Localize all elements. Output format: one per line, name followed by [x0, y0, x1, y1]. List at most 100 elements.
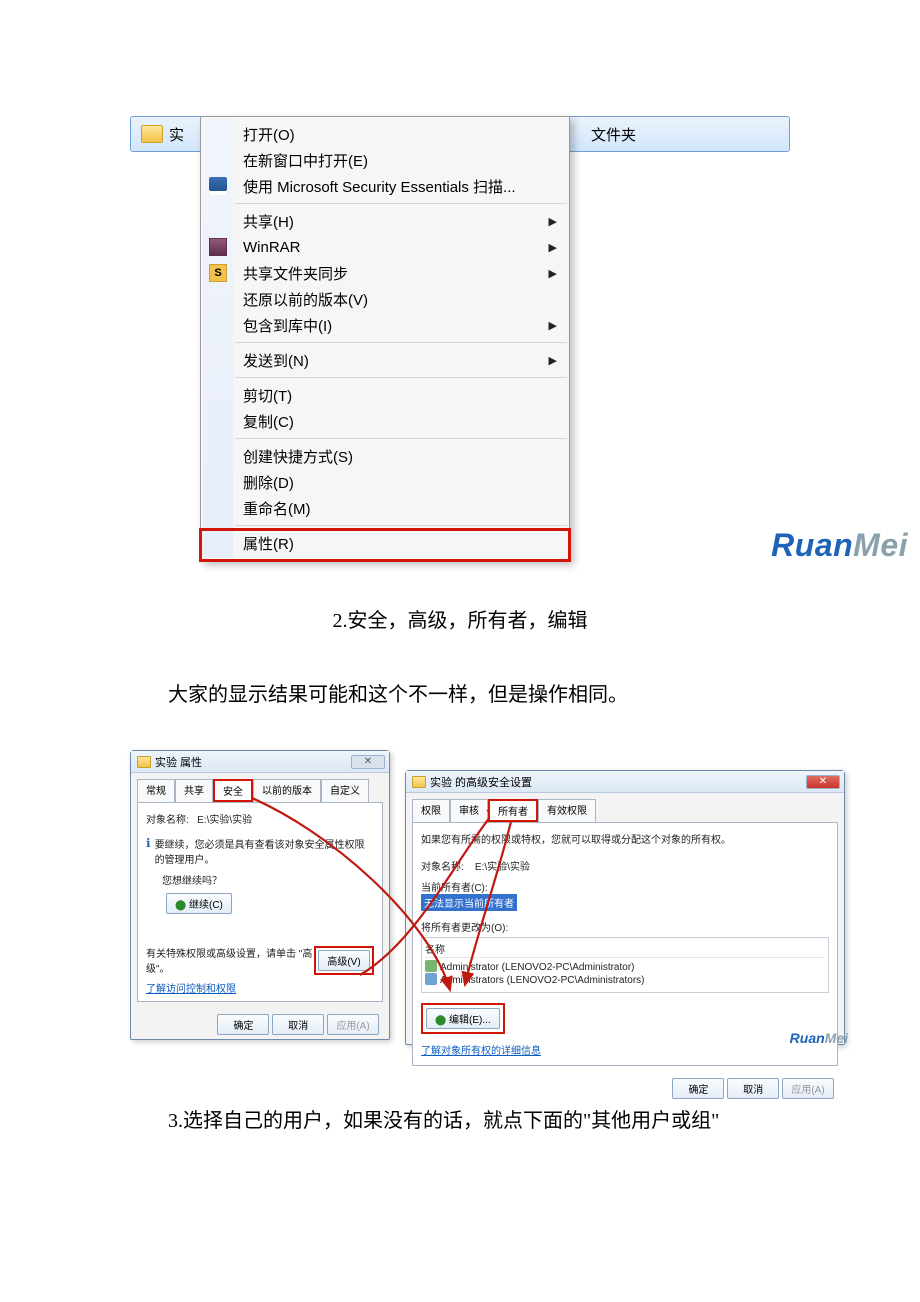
menu-item[interactable]: 剪切(T) — [237, 382, 567, 408]
advanced-button[interactable]: 高级(V) — [318, 950, 370, 971]
tab-有效权限[interactable]: 有效权限 — [538, 799, 596, 822]
menu-item-label: 重命名(M) — [243, 498, 311, 519]
object-name-label: 对象名称: — [421, 862, 464, 873]
menu-item-label: 共享文件夹同步 — [243, 263, 348, 284]
step-2-text: 2.安全，高级，所有者，编辑 — [130, 602, 790, 640]
window-title: 实验 的高级安全设置 — [430, 774, 532, 790]
watermark-logo: RuanMei — [790, 1030, 848, 1046]
security-dialogs-figure: 实验 属性 ✕ 常规共享安全以前的版本自定义 对象名称: E:\实验\实验 ℹ … — [130, 750, 790, 1050]
rar-icon — [209, 238, 227, 256]
window-title: 实验 属性 — [155, 754, 202, 770]
menu-item-label: 发送到(N) — [243, 350, 309, 371]
owner-intro: 如果您有所需的权限或特权，您就可以取得或分配这个对象的所有权。 — [421, 831, 829, 846]
folder-icon — [412, 776, 426, 788]
object-name-label: 对象名称: — [146, 815, 189, 826]
list-header: 名称 — [425, 941, 825, 958]
apply-button[interactable]: 应用(A) — [782, 1078, 834, 1099]
folder-icon — [137, 756, 151, 768]
cancel-button[interactable]: 取消 — [272, 1014, 324, 1035]
advanced-security-dialog: 实验 的高级安全设置 ✕ 权限审核所有者有效权限 如果您有所需的权限或特权，您就… — [405, 770, 845, 1045]
continue-button[interactable]: ⬤ 继续(C) — [166, 893, 232, 914]
folder-name: 实 — [169, 124, 184, 145]
tab-安全[interactable]: 安全 — [213, 779, 253, 802]
group-icon — [425, 973, 437, 985]
apply-button[interactable]: 应用(A) — [327, 1014, 379, 1035]
titlebar: 实验 属性 ✕ — [131, 751, 389, 773]
close-button[interactable]: ✕ — [806, 775, 840, 789]
change-owner-label: 将所有者更改为(O): — [421, 919, 829, 934]
tab-所有者[interactable]: 所有者 — [488, 799, 538, 822]
tab-共享[interactable]: 共享 — [175, 779, 213, 802]
submenu-arrow-icon: ▶ — [549, 319, 557, 332]
current-owner-label: 当前所有者(C): — [421, 879, 829, 894]
submenu-arrow-icon: ▶ — [549, 241, 557, 254]
menu-item[interactable]: 共享(H) ▶ — [237, 208, 567, 234]
watermark-logo: RuanMei — [771, 527, 908, 564]
menu-item[interactable]: 包含到库中(I) ▶ — [237, 312, 567, 338]
menu-item[interactable]: 发送到(N) ▶ — [237, 347, 567, 373]
menu-item-label: 包含到库中(I) — [243, 315, 332, 336]
menu-item[interactable]: 复制(C) — [237, 408, 567, 434]
current-owner-value: 无法显示当前所有者 — [421, 894, 517, 911]
tab-自定义[interactable]: 自定义 — [321, 779, 369, 802]
menu-item[interactable]: 使用 Microsoft Security Essentials 扫描... — [237, 173, 567, 199]
context-menu: 打开(O) 在新窗口中打开(E) 使用 Microsoft Security Ess… — [200, 116, 570, 561]
tab-常规[interactable]: 常规 — [137, 779, 175, 802]
submenu-arrow-icon: ▶ — [549, 354, 557, 367]
submenu-arrow-icon: ▶ — [549, 267, 557, 280]
titlebar: 实验 的高级安全设置 ✕ — [406, 771, 844, 793]
continue-question: 您想继续吗？ — [162, 872, 374, 887]
owner-tab-panel: 如果您有所需的权限或特权，您就可以取得或分配这个对象的所有权。 对象名称: E:… — [412, 822, 838, 1066]
security-tab-panel: 对象名称: E:\实验\实验 ℹ 要继续，您必须是具有查看该对象安全属性权限的管… — [137, 802, 383, 1002]
menu-item-label: 剪切(T) — [243, 385, 292, 406]
menu-item[interactable]: 删除(D) — [237, 469, 567, 495]
owner-entry[interactable]: Administrators (LENOVO2-PC\Administrator… — [425, 973, 825, 986]
user-icon — [425, 960, 437, 972]
menu-item-label: 在新窗口中打开(E) — [243, 150, 368, 171]
highlight-properties — [199, 528, 571, 562]
note-text: 大家的显示结果可能和这个不一样，但是操作相同。 — [130, 676, 790, 714]
tab-审核[interactable]: 审核 — [450, 799, 488, 822]
item-type: 文件夹 — [591, 124, 636, 145]
continue-warning: 要继续，您必须是具有查看该对象安全属性权限的管理用户。 — [155, 836, 374, 866]
cancel-button[interactable]: 取消 — [727, 1078, 779, 1099]
menu-item[interactable]: 重命名(M) — [237, 495, 567, 521]
menu-item[interactable]: 创建快捷方式(S) — [237, 443, 567, 469]
shield-icon — [209, 177, 227, 195]
close-button[interactable]: ✕ — [351, 755, 385, 769]
info-icon: ℹ — [146, 836, 151, 866]
menu-item[interactable]: S共享文件夹同步▶ — [237, 260, 567, 286]
learn-ownership-link[interactable]: 了解对象所有权的详细信息 — [421, 1046, 541, 1057]
menu-item-label: 创建快捷方式(S) — [243, 446, 353, 467]
context-menu-figure: 实 文件夹 打开(O) 在新窗口中打开(E) 使用 Microsoft Securi… — [130, 116, 790, 566]
menu-item-label: WinRAR — [243, 239, 301, 256]
menu-item-label: 使用 Microsoft Security Essentials 扫描... — [243, 176, 516, 197]
tab-权限[interactable]: 权限 — [412, 799, 450, 822]
edit-button[interactable]: ⬤ 编辑(E)... — [426, 1008, 500, 1029]
menu-item-label: 删除(D) — [243, 472, 294, 493]
ok-button[interactable]: 确定 — [217, 1014, 269, 1035]
menu-item[interactable]: 还原以前的版本(V) — [237, 286, 567, 312]
menu-item-label: 还原以前的版本(V) — [243, 289, 368, 310]
menu-item-label: 打开(O) — [243, 124, 295, 145]
object-path: E:\实验\实验 — [475, 862, 530, 873]
menu-item-label: 复制(C) — [243, 411, 294, 432]
owner-name: Administrator (LENOVO2-PC\Administrator) — [440, 962, 635, 973]
folder-icon — [141, 125, 163, 143]
tab-以前的版本[interactable]: 以前的版本 — [253, 779, 321, 802]
learn-acl-link[interactable]: 了解访问控制和权限 — [146, 984, 236, 995]
properties-dialog: 实验 属性 ✕ 常规共享安全以前的版本自定义 对象名称: E:\实验\实验 ℹ … — [130, 750, 390, 1040]
menu-item-label: 共享(H) — [243, 211, 294, 232]
menu-item[interactable]: WinRAR ▶ — [237, 234, 567, 260]
owner-name: Administrators (LENOVO2-PC\Administrator… — [440, 975, 645, 986]
owner-entry[interactable]: Administrator (LENOVO2-PC\Administrator) — [425, 960, 825, 973]
step-3-text: 3.选择自己的用户，如果没有的话，就点下面的"其他用户或组" — [130, 1102, 790, 1140]
menu-item[interactable]: 打开(O) — [237, 121, 567, 147]
owner-list[interactable]: 名称 Administrator (LENOVO2-PC\Administrat… — [421, 937, 829, 993]
s-icon: S — [209, 264, 227, 282]
advanced-note: 有关特殊权限或高级设置，请单击 "高级"。 — [146, 945, 314, 975]
ok-button[interactable]: 确定 — [672, 1078, 724, 1099]
submenu-arrow-icon: ▶ — [549, 215, 557, 228]
menu-item[interactable]: 在新窗口中打开(E) — [237, 147, 567, 173]
object-path: E:\实验\实验 — [197, 815, 252, 826]
